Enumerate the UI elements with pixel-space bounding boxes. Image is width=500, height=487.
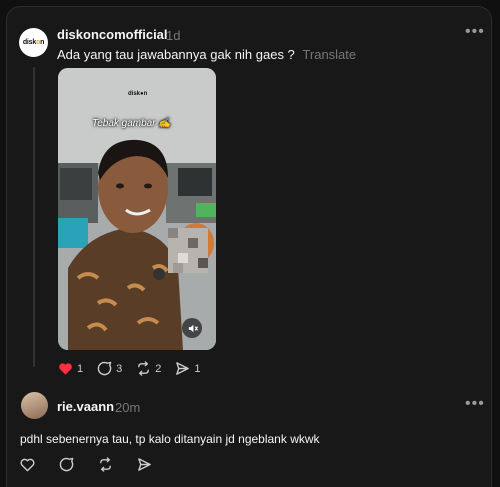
reply-like-button[interactable] bbox=[20, 458, 39, 472]
reply-more-button[interactable]: ••• bbox=[465, 395, 485, 413]
video-watermark: disk●n bbox=[128, 91, 148, 97]
reply-text: pdhl sebenernya tau, tp kalo ditanyain j… bbox=[20, 432, 320, 446]
thread-card: diskon diskoncomofficial 1d ••• Ada yang… bbox=[6, 6, 492, 487]
repost-count: 2 bbox=[155, 362, 162, 375]
repost-button[interactable]: 2 bbox=[136, 361, 161, 376]
share-icon bbox=[176, 362, 190, 375]
post-avatar[interactable]: diskon bbox=[19, 28, 48, 57]
video-frame bbox=[58, 68, 216, 350]
like-count: 1 bbox=[77, 362, 84, 375]
post-video[interactable]: disk●n Tebak gambar ✍ bbox=[58, 68, 216, 350]
translate-link[interactable]: Translate bbox=[302, 47, 356, 62]
reply-username[interactable]: rie.vaann bbox=[57, 399, 114, 414]
repost-icon bbox=[100, 457, 111, 472]
like-button[interactable]: 1 bbox=[58, 362, 83, 376]
comment-icon bbox=[59, 457, 74, 472]
share-icon bbox=[138, 458, 151, 471]
thread-line bbox=[33, 67, 35, 367]
post-username[interactable]: diskoncomofficial bbox=[57, 27, 168, 42]
reply-repost-button[interactable] bbox=[98, 457, 117, 472]
comment-icon bbox=[97, 361, 112, 376]
comment-button[interactable]: 3 bbox=[97, 361, 122, 376]
share-button[interactable]: 1 bbox=[175, 361, 201, 376]
reply-share-button[interactable] bbox=[137, 457, 156, 472]
video-overlay-text: Tebak gambar ✍ bbox=[92, 118, 171, 129]
post-time[interactable]: 1d bbox=[166, 28, 180, 43]
post-more-button[interactable]: ••• bbox=[465, 23, 485, 41]
heart-icon bbox=[20, 458, 35, 471]
post-caption: Ada yang tau jawabannya gak nih gaes ? T… bbox=[57, 47, 356, 62]
reply-comment-button[interactable] bbox=[59, 457, 78, 472]
more-icon: ••• bbox=[465, 395, 485, 412]
mute-button[interactable] bbox=[182, 318, 202, 338]
heart-icon bbox=[59, 362, 72, 375]
more-icon: ••• bbox=[465, 23, 485, 40]
reply-avatar[interactable] bbox=[21, 392, 48, 419]
post-actions: 1 3 2 1 bbox=[58, 361, 215, 376]
reply-time[interactable]: 20m bbox=[115, 400, 140, 415]
mute-icon bbox=[188, 324, 198, 332]
reply-actions bbox=[20, 457, 170, 472]
comment-count: 3 bbox=[116, 362, 123, 375]
blurred-face bbox=[168, 228, 208, 273]
caption-text: Ada yang tau jawabannya gak nih gaes ? bbox=[57, 47, 295, 62]
share-count: 1 bbox=[194, 362, 201, 375]
brand-logo: diskon bbox=[22, 39, 45, 46]
repost-icon bbox=[138, 361, 150, 376]
